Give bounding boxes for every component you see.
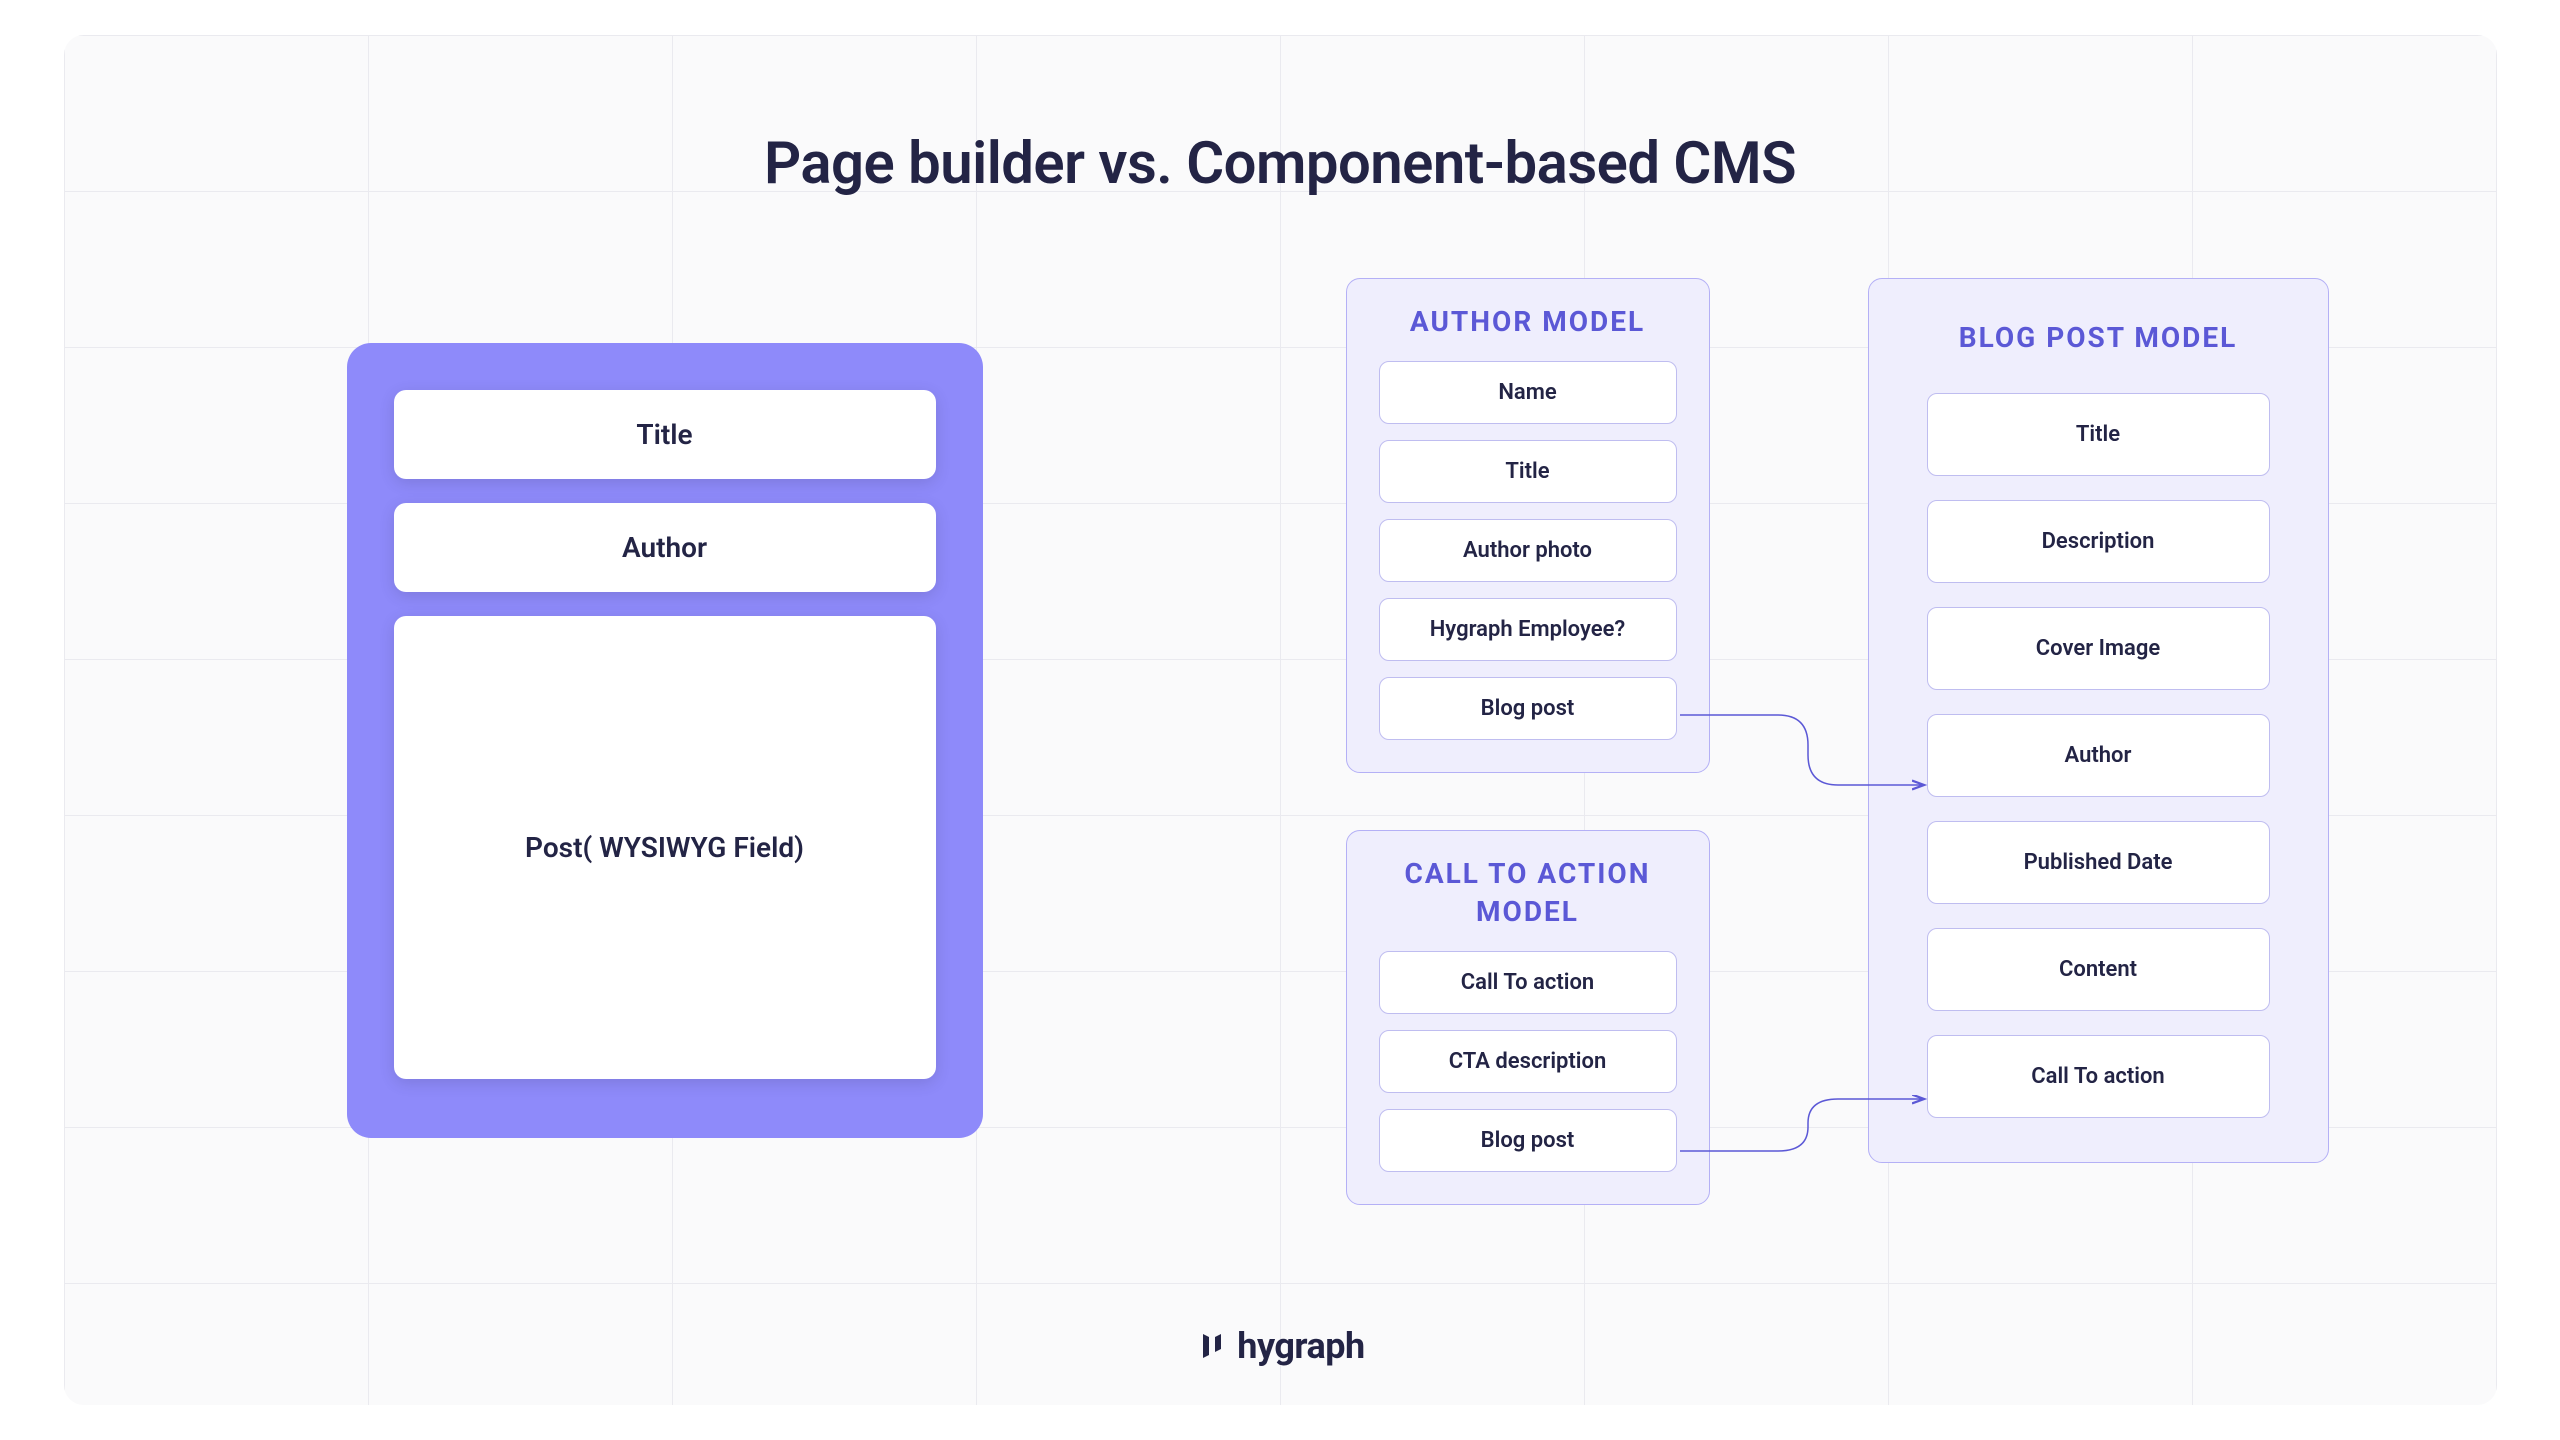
cta-model-title: CALL TO ACTION MODEL — [1379, 855, 1677, 931]
hygraph-icon — [1195, 1330, 1227, 1362]
blog-model-box: BLOG POST MODEL Title Description Cover … — [1868, 278, 2329, 1163]
blog-description-field: Description — [1927, 500, 2270, 583]
blog-author-field: Author — [1927, 714, 2270, 797]
brand-logo: hygraph — [64, 1325, 2497, 1367]
blog-published-field: Published Date — [1927, 821, 2270, 904]
pb-author-field: Author — [394, 503, 936, 592]
cta-blogpost-field: Blog post — [1379, 1109, 1677, 1172]
cta-model-box: CALL TO ACTION MODEL Call To action CTA … — [1346, 830, 1710, 1205]
author-model-box: AUTHOR MODEL Name Title Author photo Hyg… — [1346, 278, 1710, 773]
pb-title-field: Title — [394, 390, 936, 479]
blog-cta-field: Call To action — [1927, 1035, 2270, 1118]
blog-model-title: BLOG POST MODEL — [1927, 319, 2270, 357]
author-model-title: AUTHOR MODEL — [1379, 303, 1677, 341]
cta-cta-field: Call To action — [1379, 951, 1677, 1014]
author-employee-field: Hygraph Employee? — [1379, 598, 1677, 661]
brand-text: hygraph — [1237, 1325, 1364, 1367]
author-title-field: Title — [1379, 440, 1677, 503]
pb-post-field: Post( WYSIWYG Field) — [394, 616, 936, 1079]
blog-content-field: Content — [1927, 928, 2270, 1011]
author-photo-field: Author photo — [1379, 519, 1677, 582]
page-builder-box: Title Author Post( WYSIWYG Field) — [347, 343, 983, 1138]
author-name-field: Name — [1379, 361, 1677, 424]
author-blogpost-field: Blog post — [1379, 677, 1677, 740]
diagram-title: Page builder vs. Component-based CMS — [64, 130, 2497, 198]
blog-title-field: Title — [1927, 393, 2270, 476]
cta-description-field: CTA description — [1379, 1030, 1677, 1093]
blog-cover-field: Cover Image — [1927, 607, 2270, 690]
